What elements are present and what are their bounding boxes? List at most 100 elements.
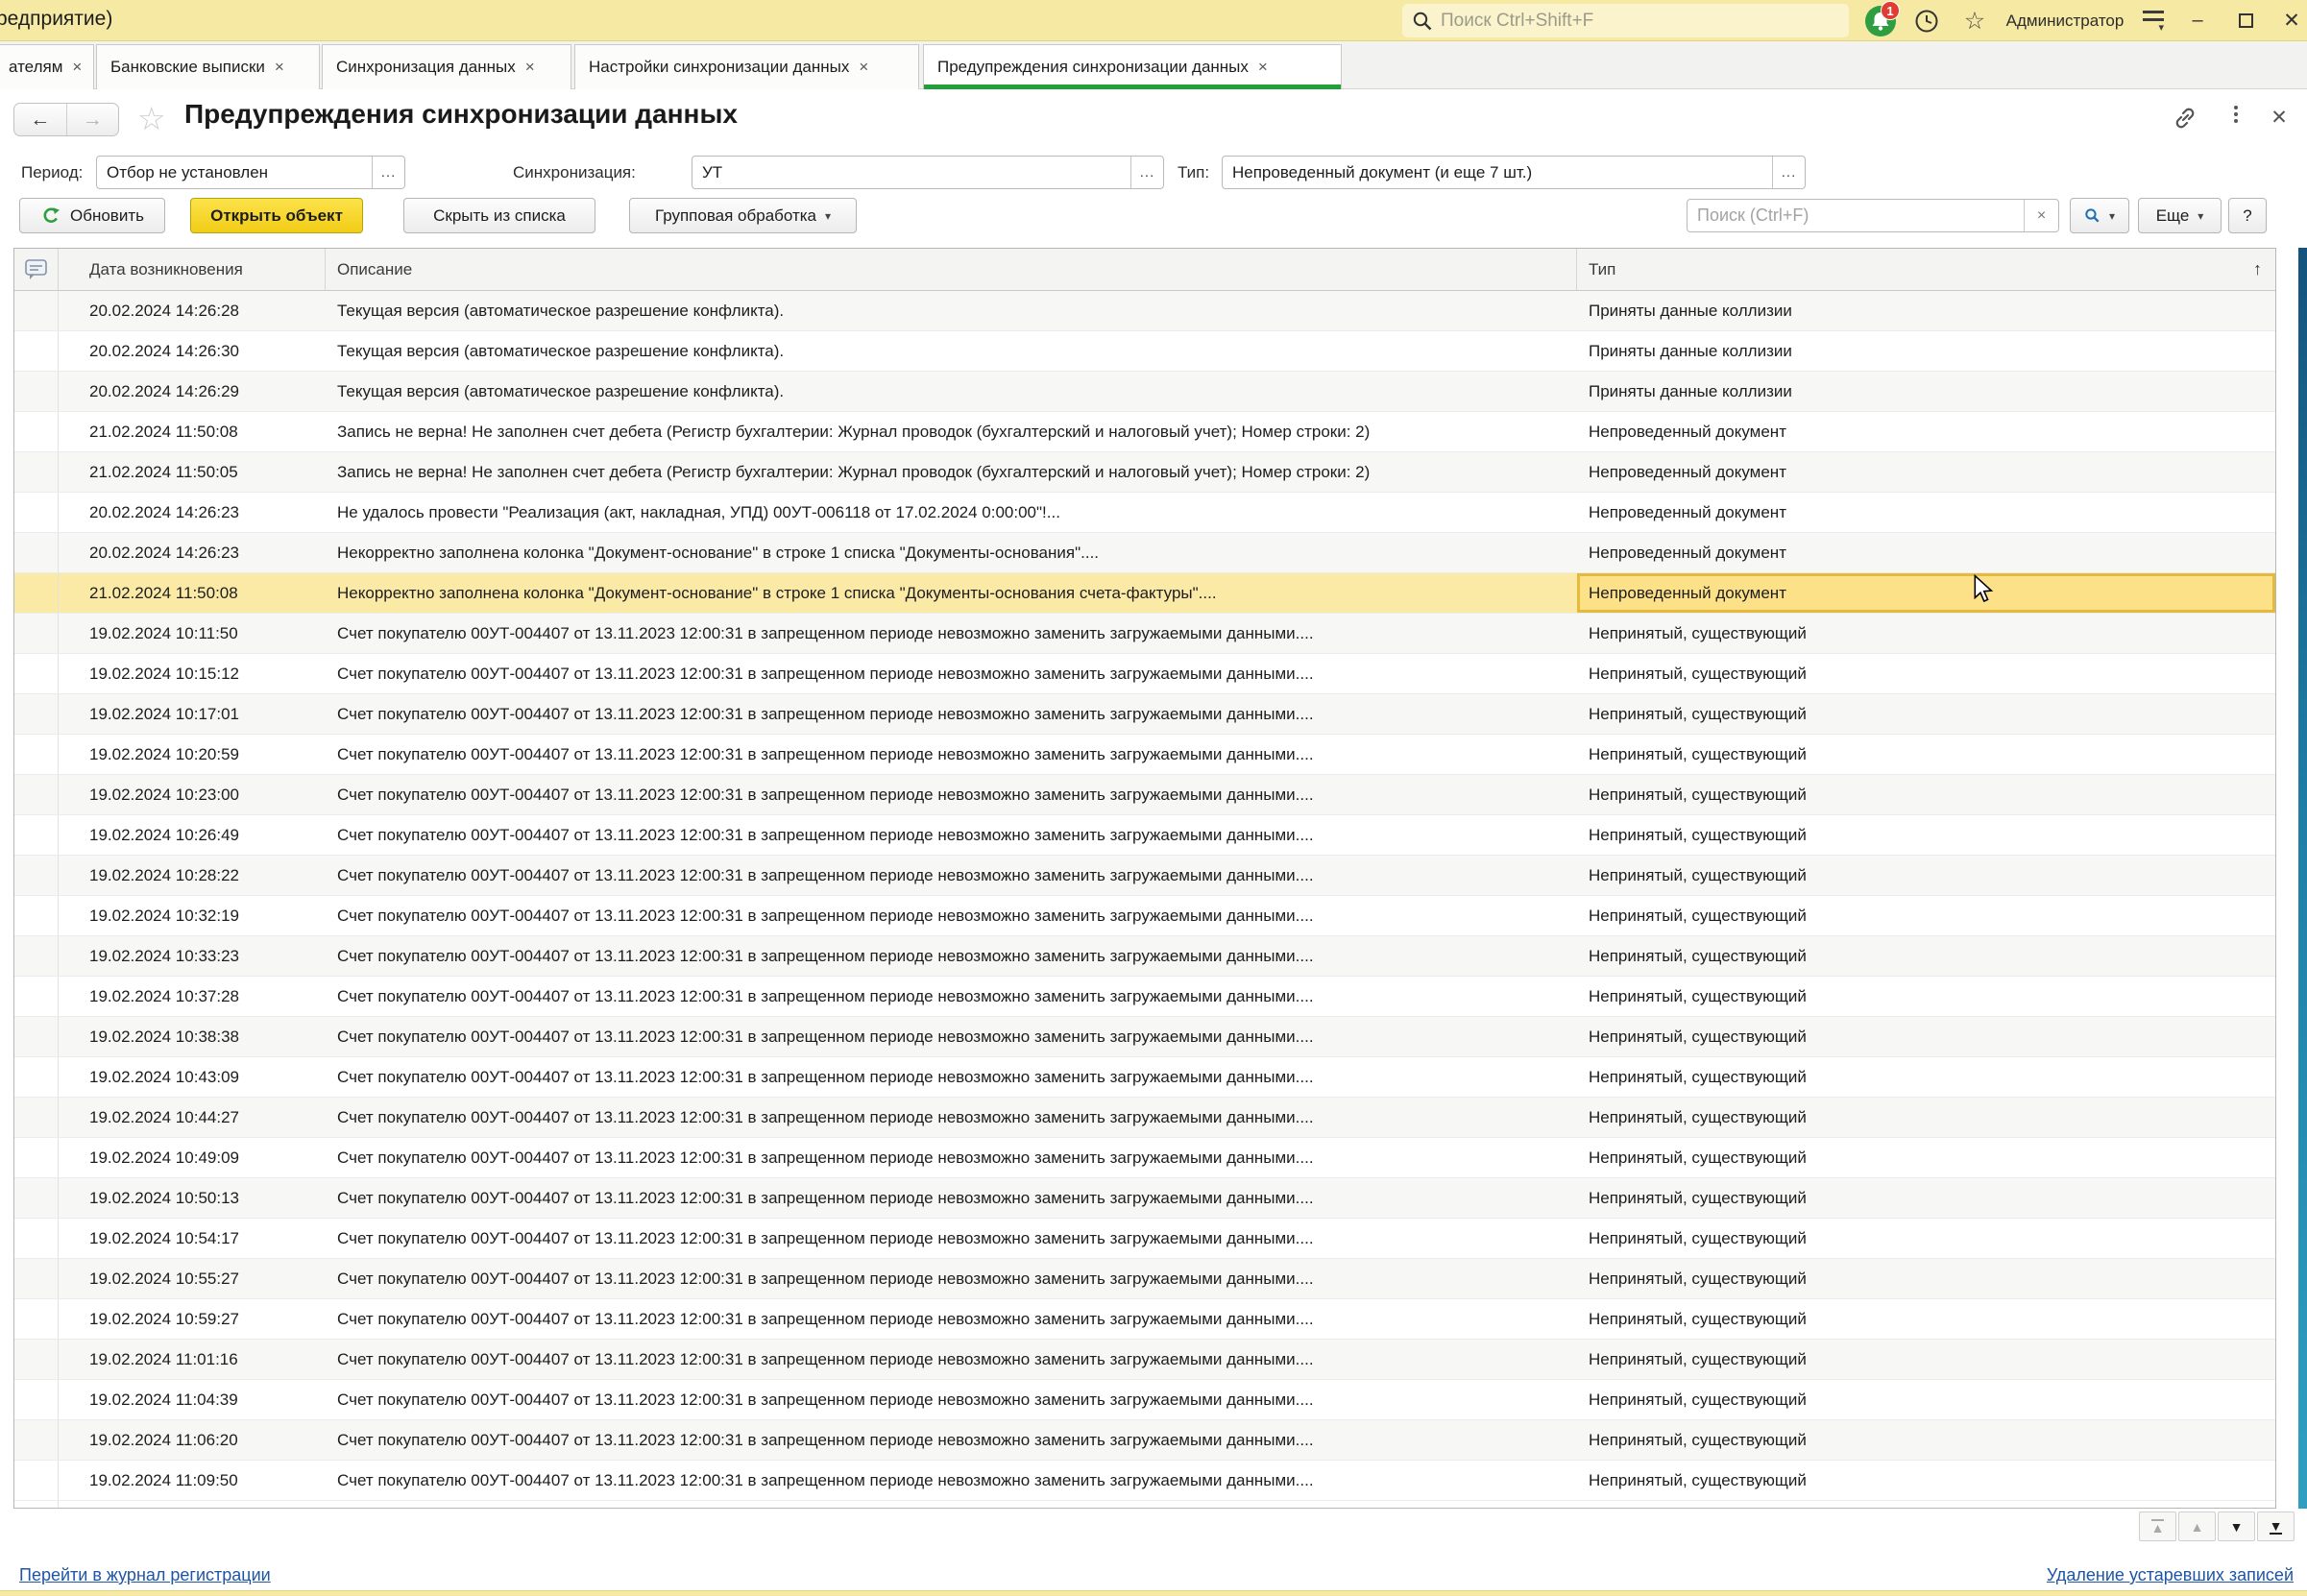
table-row[interactable]: 21.02.2024 11:50:08 Запись не верна! Не … bbox=[14, 412, 2275, 452]
row-comment-cell[interactable] bbox=[14, 977, 59, 1016]
row-description-cell[interactable]: Счет покупателю 00УТ-004407 от 13.11.202… bbox=[326, 977, 1577, 1016]
row-type-cell[interactable]: Приняты данные коллизии bbox=[1577, 291, 2275, 330]
more-actions-button[interactable] bbox=[2226, 106, 2246, 123]
table-row[interactable]: 21.02.2024 11:50:08 Некорректно заполнен… bbox=[14, 573, 2275, 614]
row-date-cell[interactable]: 19.02.2024 10:15:12 bbox=[59, 654, 326, 693]
table-row[interactable]: 20.02.2024 14:26:28 Текущая версия (авто… bbox=[14, 291, 2275, 331]
row-date-cell[interactable]: 19.02.2024 10:37:28 bbox=[59, 977, 326, 1016]
row-description-cell[interactable]: Некорректно заполнена колонка "Документ-… bbox=[326, 573, 1577, 613]
tab-close-icon[interactable]: × bbox=[525, 58, 535, 77]
row-description-cell[interactable]: Счет покупателю 00УТ-004407 от 13.11.202… bbox=[326, 856, 1577, 895]
row-description-cell[interactable]: Счет покупателю 00УТ-004407 от 13.11.202… bbox=[326, 936, 1577, 976]
table-row[interactable]: 19.02.2024 10:44:27 Счет покупателю 00УТ… bbox=[14, 1098, 2275, 1138]
row-description-cell[interactable]: Счет покупателю 00УТ-004407 от 13.11.202… bbox=[326, 775, 1577, 814]
row-type-cell[interactable]: Непринятый, существующий bbox=[1577, 856, 2275, 895]
row-comment-cell[interactable] bbox=[14, 1340, 59, 1379]
search-options-button[interactable]: ▾ bbox=[2070, 198, 2129, 233]
row-type-cell[interactable]: Непринятый, существующий bbox=[1577, 977, 2275, 1016]
table-row[interactable]: 19.02.2024 11:06:20 Счет покупателю 00УТ… bbox=[14, 1420, 2275, 1461]
row-description-cell[interactable]: Счет покупателю 00УТ-004407 от 13.11.202… bbox=[326, 694, 1577, 734]
window-minimize-button[interactable]: – bbox=[2178, 0, 2217, 41]
row-comment-cell[interactable] bbox=[14, 815, 59, 855]
open-object-button[interactable]: Открыть объект bbox=[190, 198, 363, 233]
type-picker-button[interactable]: ... bbox=[1772, 157, 1805, 188]
scroll-to-bottom-button[interactable]: ▼ bbox=[2257, 1511, 2295, 1541]
row-date-cell[interactable]: 19.02.2024 11:06:20 bbox=[59, 1420, 326, 1460]
favorites-button[interactable]: ☆ bbox=[1955, 0, 1994, 41]
row-date-cell[interactable]: 19.02.2024 10:20:59 bbox=[59, 735, 326, 774]
tab-sync-settings[interactable]: Настройки синхронизации данных× bbox=[574, 44, 919, 89]
row-date-cell[interactable]: 19.02.2024 10:23:00 bbox=[59, 775, 326, 814]
row-type-cell[interactable]: Непроведенный документ bbox=[1577, 533, 2275, 572]
row-comment-cell[interactable] bbox=[14, 735, 59, 774]
list-search-input[interactable]: Поиск (Ctrl+F) × bbox=[1687, 199, 2059, 232]
row-date-cell[interactable]: 19.02.2024 10:50:13 bbox=[59, 1178, 326, 1218]
row-type-cell[interactable]: Непринятый, существующий bbox=[1577, 936, 2275, 976]
table-row[interactable]: 19.02.2024 10:17:01 Счет покупателю 00УТ… bbox=[14, 694, 2275, 735]
row-date-cell[interactable]: 19.02.2024 10:38:38 bbox=[59, 1017, 326, 1056]
table-row[interactable]: 19.02.2024 10:50:13 Счет покупателю 00УТ… bbox=[14, 1178, 2275, 1219]
row-type-cell[interactable]: Непринятый, существующий bbox=[1577, 1380, 2275, 1419]
row-date-cell[interactable]: 19.02.2024 10:17:01 bbox=[59, 694, 326, 734]
row-date-cell[interactable]: 21.02.2024 11:50:08 bbox=[59, 573, 326, 613]
row-comment-cell[interactable] bbox=[14, 1178, 59, 1218]
table-row[interactable]: 19.02.2024 10:43:09 Счет покупателю 00УТ… bbox=[14, 1057, 2275, 1098]
table-row[interactable]: 19.02.2024 10:38:38 Счет покупателю 00УТ… bbox=[14, 1017, 2275, 1057]
tab-close-icon[interactable]: × bbox=[1258, 58, 1268, 77]
back-button[interactable]: ← bbox=[14, 104, 67, 135]
row-comment-cell[interactable] bbox=[14, 856, 59, 895]
row-type-cell[interactable]: Непринятый, существующий bbox=[1577, 735, 2275, 774]
row-description-cell[interactable]: Счет покупателю 00УТ-004407 от 13.11.202… bbox=[326, 1178, 1577, 1218]
get-link-button[interactable] bbox=[2173, 106, 2198, 135]
row-type-cell[interactable]: Приняты данные коллизии bbox=[1577, 331, 2275, 371]
table-row[interactable]: 19.02.2024 11:04:39 Счет покупателю 00УТ… bbox=[14, 1380, 2275, 1420]
row-date-cell[interactable]: 19.02.2024 10:32:19 bbox=[59, 896, 326, 935]
table-row[interactable]: 19.02.2024 10:32:19 Счет покупателю 00УТ… bbox=[14, 896, 2275, 936]
page-favorite-star-icon[interactable]: ☆ bbox=[137, 100, 166, 137]
table-row[interactable]: 19.02.2024 10:33:23 Счет покупателю 00УТ… bbox=[14, 936, 2275, 977]
row-comment-cell[interactable] bbox=[14, 452, 59, 492]
notifications-button[interactable]: 1 bbox=[1859, 0, 1902, 41]
row-date-cell[interactable]: 20.02.2024 14:26:29 bbox=[59, 372, 326, 411]
row-date-cell[interactable]: 19.02.2024 11:04:39 bbox=[59, 1380, 326, 1419]
table-row[interactable]: 19.02.2024 10:15:12 Счет покупателю 00УТ… bbox=[14, 654, 2275, 694]
type-field[interactable]: Непроведенный документ (и еще 7 шт.) ... bbox=[1222, 156, 1806, 189]
row-type-cell[interactable]: Непринятый, существующий bbox=[1577, 1299, 2275, 1339]
row-date-cell[interactable]: 19.02.2024 10:26:49 bbox=[59, 815, 326, 855]
row-comment-cell[interactable] bbox=[14, 694, 59, 734]
row-date-cell[interactable]: 20.02.2024 14:26:23 bbox=[59, 493, 326, 532]
row-type-cell[interactable]: Непроведенный документ bbox=[1577, 493, 2275, 532]
window-close-button[interactable]: ✕ bbox=[2272, 0, 2307, 41]
row-comment-cell[interactable] bbox=[14, 1380, 59, 1419]
row-type-cell[interactable]: Непринятый, существующий bbox=[1577, 1057, 2275, 1097]
row-description-cell[interactable]: Некорректно заполнена колонка "Документ-… bbox=[326, 533, 1577, 572]
table-row[interactable]: 19.02.2024 10:49:09 Счет покупателю 00УТ… bbox=[14, 1138, 2275, 1178]
row-date-cell[interactable]: 19.02.2024 11:09:50 bbox=[59, 1461, 326, 1500]
table-row[interactable]: 21.02.2024 11:50:05 Запись не верна! Не … bbox=[14, 452, 2275, 493]
forward-button[interactable]: → bbox=[67, 104, 119, 135]
table-row[interactable]: 20.02.2024 14:26:23 Не удалось провести … bbox=[14, 493, 2275, 533]
row-description-cell[interactable]: Счет покупателю 00УТ-004407 от 13.11.202… bbox=[326, 1340, 1577, 1379]
row-comment-cell[interactable] bbox=[14, 1461, 59, 1500]
row-comment-cell[interactable] bbox=[14, 1017, 59, 1056]
row-comment-cell[interactable] bbox=[14, 1299, 59, 1339]
tab-data-sync[interactable]: Синхронизация данных× bbox=[322, 44, 571, 89]
row-date-cell[interactable]: 19.02.2024 10:43:09 bbox=[59, 1057, 326, 1097]
window-maximize-button[interactable] bbox=[2226, 0, 2265, 41]
row-type-cell[interactable]: Непринятый, существующий bbox=[1577, 614, 2275, 653]
sync-picker-button[interactable]: ... bbox=[1130, 157, 1163, 188]
table-row[interactable]: 20.02.2024 14:26:23 Некорректно заполнен… bbox=[14, 533, 2275, 573]
row-comment-cell[interactable] bbox=[14, 1138, 59, 1177]
row-description-cell[interactable]: Счет покупателю 00УТ-004407 от 13.11.202… bbox=[326, 1057, 1577, 1097]
row-description-cell[interactable]: Счет покупателю 00УТ-004407 от 13.11.202… bbox=[326, 654, 1577, 693]
row-date-cell[interactable]: 19.02.2024 10:49:09 bbox=[59, 1138, 326, 1177]
row-date-cell[interactable]: 19.02.2024 11:01:16 bbox=[59, 1340, 326, 1379]
main-menu-button[interactable]: ▾ bbox=[2132, 0, 2174, 41]
tab-partial[interactable]: ателям× bbox=[0, 44, 94, 89]
row-date-cell[interactable]: 21.02.2024 11:50:05 bbox=[59, 452, 326, 492]
row-description-cell[interactable]: Не удалось провести "Реализация (акт, на… bbox=[326, 493, 1577, 532]
row-description-cell[interactable]: Счет покупателю 00УТ-004407 от 13.11.202… bbox=[326, 1098, 1577, 1137]
period-picker-button[interactable]: ... bbox=[372, 157, 404, 188]
scroll-to-top-button[interactable]: ▲ bbox=[2139, 1511, 2176, 1541]
comment-column-header[interactable] bbox=[14, 249, 59, 290]
